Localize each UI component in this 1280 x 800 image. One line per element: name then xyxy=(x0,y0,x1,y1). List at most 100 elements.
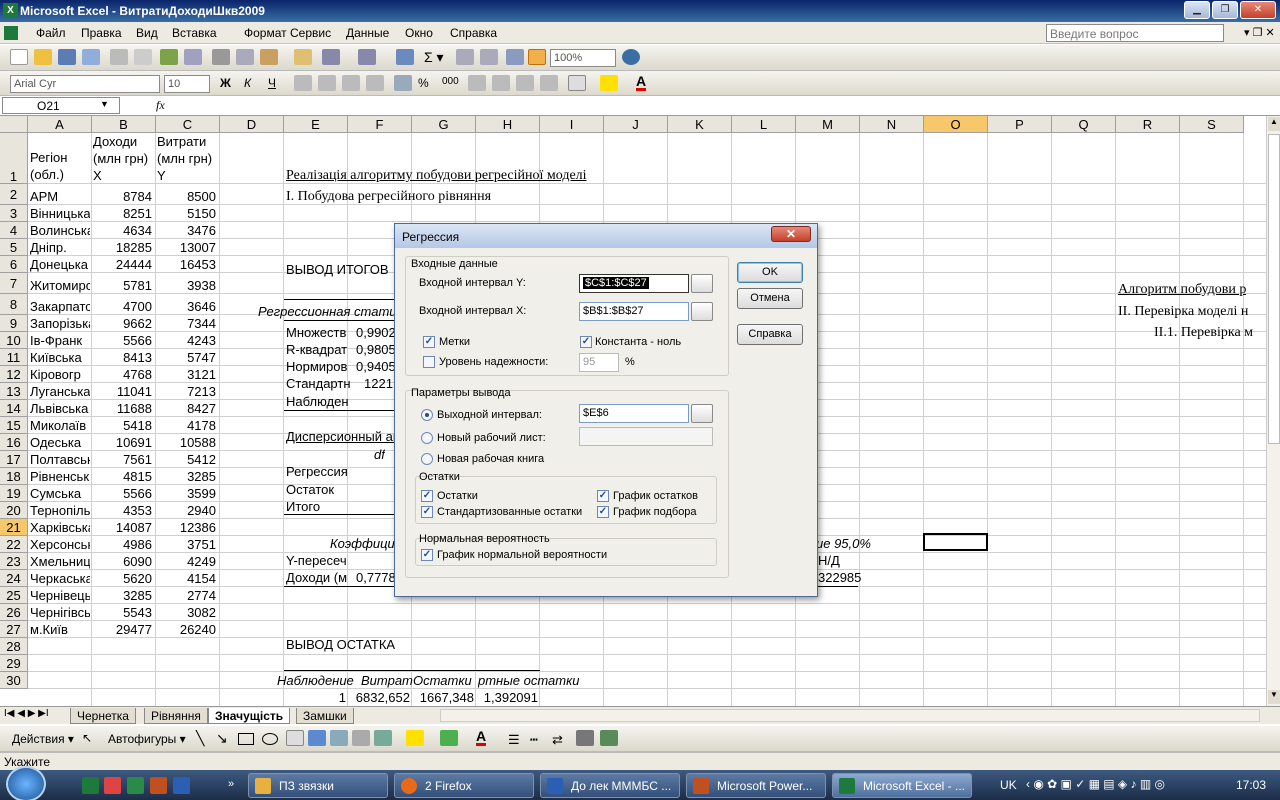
regression-stats-label[interactable]: Регрессионная стати xyxy=(258,303,397,320)
income-cell[interactable]: 5543 xyxy=(92,604,152,621)
predicted-header[interactable]: Витрат xyxy=(361,672,413,689)
income-cell[interactable]: 5620 xyxy=(92,570,152,587)
region-cell[interactable]: Рівненськ xyxy=(30,468,90,485)
header-income[interactable]: Доходи (млн грн) X xyxy=(93,133,148,184)
observations-label[interactable]: Наблюден xyxy=(286,393,349,410)
font-color-draw-icon[interactable]: A xyxy=(476,729,487,746)
income-cell[interactable]: 4634 xyxy=(92,222,152,239)
expenses-cell[interactable]: 13007 xyxy=(156,239,216,256)
region-cell[interactable]: Житомирс xyxy=(30,277,90,294)
new-icon[interactable] xyxy=(10,49,28,65)
std-residuals-checkbox[interactable]: ✓ xyxy=(421,506,433,518)
regression-label[interactable]: Регрессия xyxy=(286,463,348,480)
region-cell[interactable]: Черкаська xyxy=(30,570,90,587)
doc-restore-icon[interactable]: ▾ ❐ ✕ xyxy=(1244,26,1275,39)
header-expenses[interactable]: Витрати (млн грн) Y xyxy=(157,133,212,184)
algorithm-heading[interactable]: Алгоритм побудови р xyxy=(1118,281,1246,298)
research-icon[interactable] xyxy=(184,49,202,65)
oval-icon[interactable] xyxy=(262,733,278,745)
clock[interactable]: 17:03 xyxy=(1236,778,1266,792)
quicklaunch-excel-icon[interactable] xyxy=(82,777,99,794)
help-icon[interactable] xyxy=(622,49,640,65)
row-header-11[interactable]: 11 xyxy=(0,349,28,366)
row-header-17[interactable]: 17 xyxy=(0,451,28,468)
sort-desc-icon[interactable] xyxy=(480,49,498,65)
currency-icon[interactable] xyxy=(394,75,412,91)
menu-edit[interactable]: Правка xyxy=(81,26,122,40)
task-pz-zviazky[interactable]: ПЗ звязки xyxy=(248,773,388,798)
region-cell[interactable]: Дніпр. xyxy=(30,239,90,256)
row-header-12[interactable]: 12 xyxy=(0,366,28,383)
italic-icon[interactable]: К xyxy=(244,76,251,90)
underline-icon[interactable]: Ч xyxy=(268,76,276,90)
expenses-cell[interactable]: 3751 xyxy=(156,536,216,553)
region-cell[interactable]: Сумська xyxy=(30,485,90,502)
arrow-style-icon[interactable]: ⇄ xyxy=(552,732,563,748)
income-cell[interactable]: 6090 xyxy=(92,553,152,570)
zoom-combo[interactable]: 100% xyxy=(550,49,616,67)
tray-icons[interactable]: ‹ ◉ ✿ ▣ ✓ ▦ ▤ ◈ ♪ ▥ ◎ xyxy=(1026,777,1165,791)
r30-obs[interactable]: 1 xyxy=(284,689,346,706)
function-icon[interactable]: fx xyxy=(156,98,165,113)
expenses-cell[interactable]: 3285 xyxy=(156,468,216,485)
const-zero-checkbox[interactable]: ✓ xyxy=(580,336,592,348)
open-icon[interactable] xyxy=(34,49,52,65)
row-header-10[interactable]: 10 xyxy=(0,332,28,349)
region-cell[interactable]: Тернопіль xyxy=(30,502,90,519)
scroll-down-icon[interactable]: ▼ xyxy=(1268,690,1280,704)
hyperlink-icon[interactable] xyxy=(396,49,414,65)
region-cell[interactable]: Херсонськ xyxy=(30,536,90,553)
column-header-D[interactable]: D xyxy=(220,116,284,133)
column-header-M[interactable]: M xyxy=(796,116,860,133)
row-header-27[interactable]: 27 xyxy=(0,621,28,638)
column-header-C[interactable]: C xyxy=(156,116,220,133)
column-header-N[interactable]: N xyxy=(860,116,924,133)
tab-chernetka[interactable]: Чернетка xyxy=(70,708,136,724)
region-cell[interactable]: Хмельниц xyxy=(30,553,90,570)
income-cell[interactable]: 11688 xyxy=(92,400,152,417)
residuals-header[interactable]: Остатки xyxy=(413,672,472,689)
income-cell[interactable]: 4986 xyxy=(92,536,152,553)
rectangle-icon[interactable] xyxy=(238,733,254,745)
income-cell[interactable]: 8784 xyxy=(92,188,152,205)
tab-znachushchist[interactable]: Значущість xyxy=(208,708,291,724)
y-intercept-label[interactable]: Y-пересеч xyxy=(286,552,347,569)
expenses-cell[interactable]: 10588 xyxy=(156,434,216,451)
check-subheading[interactable]: ІІ.1. Перевірка м xyxy=(1154,324,1253,341)
residuals-checkbox[interactable]: ✓ xyxy=(421,490,433,502)
row-header-3[interactable]: 3 xyxy=(0,205,28,222)
income-cell[interactable]: 8413 xyxy=(92,349,152,366)
row-header-2[interactable]: 2 xyxy=(0,184,28,205)
row-header-7[interactable]: 7 xyxy=(0,273,28,294)
maximize-button[interactable]: ❐ xyxy=(1212,1,1238,19)
column-header-G[interactable]: G xyxy=(412,116,476,133)
new-book-radio[interactable] xyxy=(421,453,433,465)
font-size-combo[interactable]: 10 xyxy=(164,75,210,93)
x-range-input[interactable]: $B$1:$B$27 xyxy=(579,302,689,321)
task-do-lek[interactable]: До лек МММБС ... xyxy=(540,773,680,798)
tab-zamshky[interactable]: Замшки xyxy=(296,708,354,724)
output-range-ref-button[interactable] xyxy=(691,404,713,423)
comma-style-icon[interactable]: 000 xyxy=(442,76,459,87)
income-cell[interactable]: 10691 xyxy=(92,434,152,451)
row-header-23[interactable]: 23 xyxy=(0,553,28,570)
income-cell[interactable]: 7561 xyxy=(92,451,152,468)
adj-r-square-label[interactable]: Нормиров xyxy=(286,358,347,375)
x-range-ref-button[interactable] xyxy=(691,302,713,321)
normal-plot-checkbox[interactable]: ✓ xyxy=(421,549,433,561)
spelling-icon[interactable] xyxy=(160,49,178,65)
multiple-r-value[interactable]: 0,9902 xyxy=(356,324,396,341)
chart-wizard-icon[interactable] xyxy=(506,49,524,65)
income-cell[interactable]: 14087 xyxy=(92,519,152,536)
region-cell[interactable]: Одеська xyxy=(30,434,90,451)
line-icon[interactable]: ╲ xyxy=(196,730,204,747)
task-firefox[interactable]: 2 Firefox xyxy=(394,773,534,798)
y-range-ref-button[interactable] xyxy=(691,274,713,293)
row-header-15[interactable]: 15 xyxy=(0,417,28,434)
anova-label[interactable]: Дисперсионный ан xyxy=(286,428,400,445)
row-header-18[interactable]: 18 xyxy=(0,468,28,485)
scroll-up-icon[interactable]: ▲ xyxy=(1268,117,1280,131)
row-header-20[interactable]: 20 xyxy=(0,502,28,519)
column-header-P[interactable]: P xyxy=(988,116,1052,133)
region-cell[interactable]: Закарпатс xyxy=(30,298,90,315)
